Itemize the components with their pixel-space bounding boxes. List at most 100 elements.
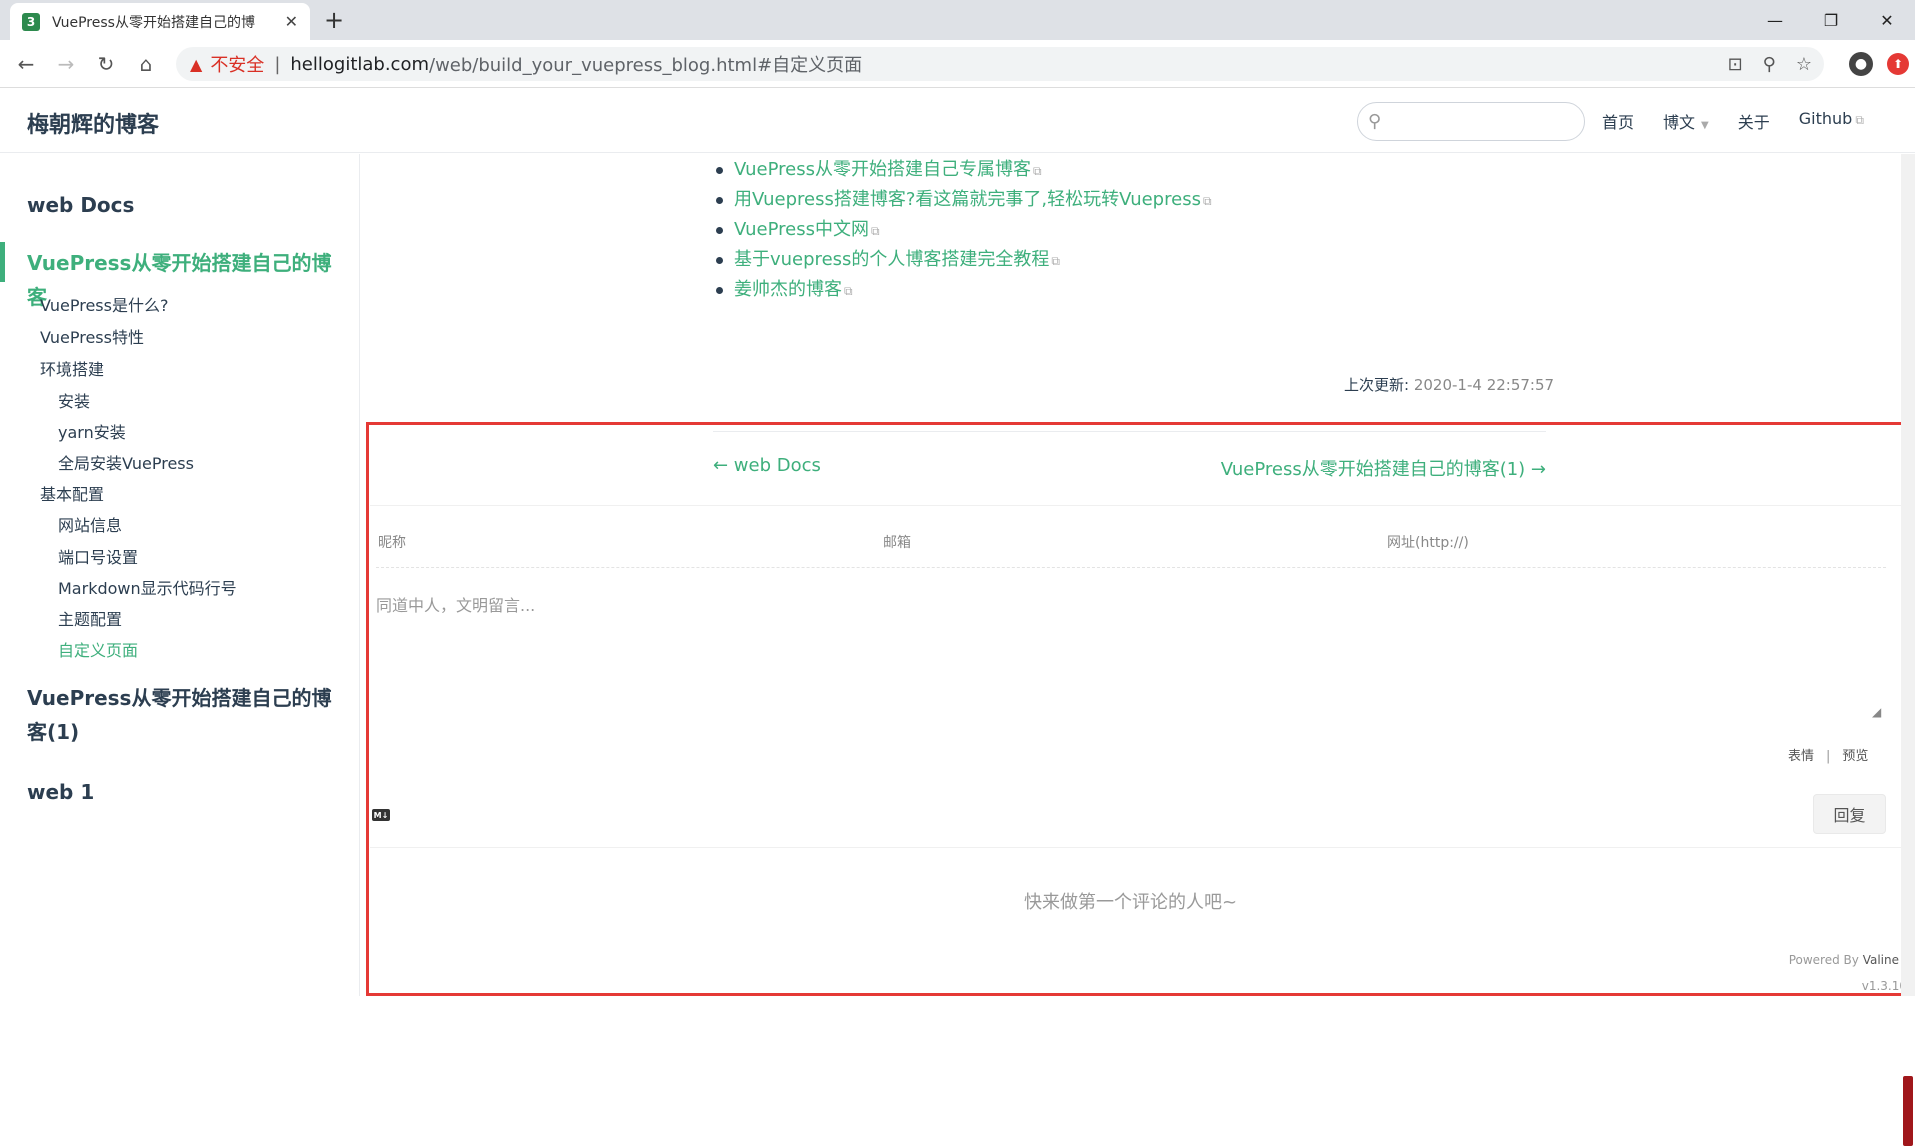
browser-toolbar: ← → ↻ ⌂ ▲ 不安全 | hellogitlab.com /web/bui… xyxy=(0,40,1915,88)
powered-by: Powered By Valine xyxy=(1789,953,1899,967)
last-updated: 上次更新: 2020-1-4 22:57:57 xyxy=(1344,374,1554,395)
nav-github[interactable]: Github ⧉ xyxy=(1799,109,1864,133)
last-updated-label: 上次更新: xyxy=(1344,376,1410,394)
close-tab-icon[interactable]: ✕ xyxy=(285,12,298,31)
next-page-link[interactable]: VuePress从零开始搭建自己的博客(1) → xyxy=(1221,455,1546,481)
sidebar-group-web-1[interactable]: web 1 xyxy=(27,775,337,809)
reference-link-text: VuePress中文网 xyxy=(734,219,869,240)
chevron-down-icon: ▼ xyxy=(1701,120,1709,131)
home-button[interactable]: ⌂ xyxy=(126,44,166,84)
sidebar-item[interactable]: 主题配置 xyxy=(58,606,122,630)
divider xyxy=(376,567,1886,568)
sidebar-item[interactable]: 环境搭建 xyxy=(40,356,104,380)
sidebar-item[interactable]: 网站信息 xyxy=(58,512,122,536)
reference-link[interactable]: 姜帅杰的博客 ⧉ xyxy=(716,275,1212,305)
search-icon: ⚲ xyxy=(1368,111,1382,132)
sidebar-item[interactable]: VuePress特性 xyxy=(40,324,144,348)
nav-about[interactable]: 关于 xyxy=(1738,109,1770,133)
sidebar-item[interactable]: yarn安装 xyxy=(58,419,126,443)
page-scrollbar[interactable] xyxy=(1901,154,1915,1146)
sidebar-item-active[interactable]: 自定义页面 xyxy=(58,637,138,661)
divider xyxy=(370,847,1910,848)
divider xyxy=(370,505,1910,506)
sidebar-group-vuepress-1[interactable]: VuePress从零开始搭建自己的博客(1) xyxy=(27,681,337,749)
comment-tools: 表情 | 预览 xyxy=(1788,745,1868,764)
sidebar-item[interactable]: 基本配置 xyxy=(40,481,104,505)
valine-link[interactable]: Valine xyxy=(1863,953,1899,967)
nav-github-label: Github xyxy=(1798,109,1853,128)
reference-link-text: 基于vuepress的个人博客搭建完全教程 xyxy=(734,249,1050,270)
comment-textarea[interactable]: 同道中人，文明留言... xyxy=(376,592,535,616)
new-tab-button[interactable]: + xyxy=(324,8,344,32)
browser-tab[interactable]: 3 VuePress从零开始搭建自己的博 ✕ xyxy=(10,3,310,40)
reference-link-text: VuePress从零开始搭建自己专属博客 xyxy=(734,159,1031,180)
prev-page-link[interactable]: ← web Docs xyxy=(713,455,821,476)
back-button[interactable]: ← xyxy=(6,44,46,84)
reload-button[interactable]: ↻ xyxy=(86,44,126,84)
toolbar-right: ● ⬆ xyxy=(1849,40,1909,88)
reply-button[interactable]: 回复 xyxy=(1813,794,1886,834)
favicon-icon: 3 xyxy=(22,12,40,31)
address-bar[interactable]: ▲ 不安全 | hellogitlab.com /web/build_your_… xyxy=(176,47,1824,81)
bookmark-star-icon[interactable]: ☆ xyxy=(1796,54,1812,75)
reference-links: VuePress从零开始搭建自己专属博客 ⧉ 用Vuepress搭建博客?看这篇就… xyxy=(716,155,1212,305)
url-host: hellogitlab.com xyxy=(290,53,429,75)
extension-icon[interactable]: ⬆ xyxy=(1887,53,1909,75)
email-field[interactable]: 邮箱 xyxy=(883,532,911,552)
reference-link[interactable]: VuePress中文网 ⧉ xyxy=(716,215,1212,245)
divider xyxy=(713,431,1546,432)
scrollbar-thumb[interactable] xyxy=(1903,1076,1913,1146)
reference-link[interactable]: 基于vuepress的个人博客搭建完全教程 ⧉ xyxy=(716,245,1212,275)
sidebar-item[interactable]: VuePress是什么? xyxy=(40,292,168,316)
reference-link[interactable]: 用Vuepress搭建博客?看这篇就完事了,轻松玩转Vuepress ⧉ xyxy=(716,185,1212,215)
translate-icon[interactable]: ⊡ xyxy=(1728,54,1743,75)
reference-link-text: 用Vuepress搭建博客?看这篇就完事了,轻松玩转Vuepress xyxy=(734,189,1201,210)
sidebar-group-web-docs[interactable]: web Docs xyxy=(27,188,337,222)
nav-home[interactable]: 首页 xyxy=(1602,109,1634,133)
preview-button[interactable]: 预览 xyxy=(1842,749,1868,764)
sidebar-item[interactable]: Markdown显示代码行号 xyxy=(58,575,237,599)
insecure-label: 不安全 xyxy=(210,55,265,76)
site-name[interactable]: 梅朝辉的博客 xyxy=(27,107,159,139)
website-field[interactable]: 网址(http://) xyxy=(1387,532,1469,552)
external-link-icon: ⧉ xyxy=(1032,164,1042,178)
site-navbar: 梅朝辉的博客 ⚲ 首页 博文 ▼ 关于 Github ⧉ xyxy=(0,89,1915,153)
nav-links: 首页 博文 ▼ 关于 Github ⧉ xyxy=(1602,109,1893,133)
sidebar: web Docs VuePress从零开始搭建自己的博客 VuePress是什么… xyxy=(0,154,360,996)
url-path: /web/build_your_vuepress_blog.html#自定义页面 xyxy=(429,55,863,76)
tools-divider: | xyxy=(1826,749,1831,764)
zoom-icon[interactable]: ⚲ xyxy=(1763,54,1776,75)
browser-tab-strip: 3 VuePress从零开始搭建自己的博 ✕ + — ❐ ✕ xyxy=(0,0,1915,40)
restore-button[interactable]: ❐ xyxy=(1803,0,1859,40)
powered-by-prefix: Powered By xyxy=(1788,953,1859,967)
sidebar-active-indicator xyxy=(0,242,5,282)
sidebar-item[interactable]: 端口号设置 xyxy=(58,544,138,568)
sidebar-item[interactable]: 安装 xyxy=(58,388,90,412)
external-link-icon: ⧉ xyxy=(1855,113,1864,127)
window-controls: — ❐ ✕ xyxy=(1747,0,1915,40)
external-link-icon: ⧉ xyxy=(844,284,853,298)
sidebar-item[interactable]: 全局安装VuePress xyxy=(58,450,194,474)
search-input[interactable]: ⚲ xyxy=(1357,102,1585,141)
external-link-icon: ⧉ xyxy=(1051,254,1060,268)
nav-blog[interactable]: 博文 ▼ xyxy=(1663,109,1709,133)
reference-link-text: 姜帅杰的博客 xyxy=(734,279,842,300)
external-link-icon: ⧉ xyxy=(870,224,880,238)
emoji-button[interactable]: 表情 xyxy=(1788,749,1814,764)
last-updated-value: 2020-1-4 22:57:57 xyxy=(1413,376,1555,394)
markdown-icon[interactable]: M↓ xyxy=(372,809,390,821)
tab-title: VuePress从零开始搭建自己的博 xyxy=(52,14,255,31)
forward-button[interactable]: → xyxy=(46,44,86,84)
address-separator: | xyxy=(274,53,281,75)
reference-link[interactable]: VuePress从零开始搭建自己专属博客 ⧉ xyxy=(716,155,1212,185)
resize-handle-icon[interactable]: ◢ xyxy=(1872,705,1881,719)
minimize-button[interactable]: — xyxy=(1747,0,1803,40)
address-bar-icons: ⊡ ⚲ ☆ xyxy=(1728,47,1812,81)
close-window-button[interactable]: ✕ xyxy=(1859,0,1915,40)
nickname-field[interactable]: 昵称 xyxy=(378,532,406,552)
profile-avatar-icon[interactable]: ● xyxy=(1849,52,1873,76)
external-link-icon: ⧉ xyxy=(1202,194,1212,208)
empty-comments-message: 快来做第一个评论的人吧~ xyxy=(1024,892,1238,913)
warning-icon: ▲ xyxy=(190,54,203,74)
nav-blog-label: 博文 xyxy=(1663,113,1696,132)
